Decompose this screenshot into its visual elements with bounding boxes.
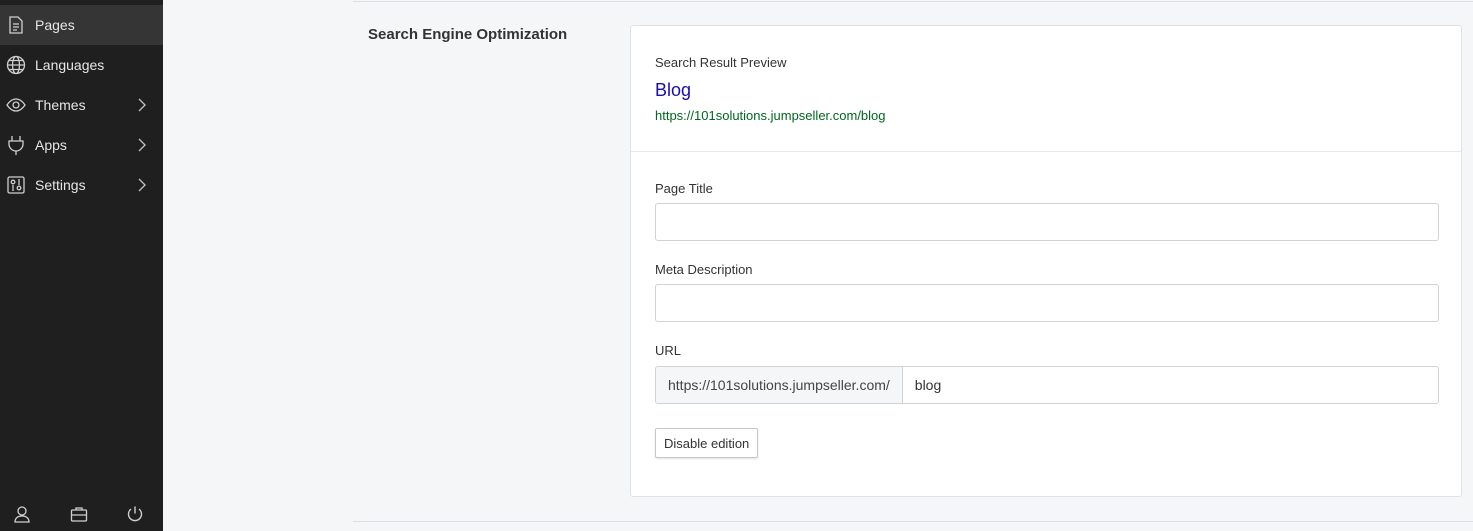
plug-icon [6, 135, 26, 155]
power-icon[interactable] [126, 505, 144, 523]
sidebar-item-label: Themes [35, 97, 86, 113]
sidebar-item-apps[interactable]: Apps [0, 125, 163, 165]
section-divider [353, 1, 1473, 2]
briefcase-icon[interactable] [70, 505, 88, 523]
seo-card: Search Result Preview Blog https://101so… [630, 25, 1462, 497]
chevron-right-icon [138, 178, 146, 192]
sidebar-item-themes[interactable]: Themes [0, 85, 163, 125]
settings-panel-icon [6, 175, 26, 195]
sidebar-item-pages[interactable]: Pages [0, 5, 163, 45]
eye-icon [6, 95, 26, 115]
chevron-right-icon [138, 98, 146, 112]
globe-icon [6, 55, 26, 75]
card-divider [631, 151, 1461, 152]
main-content: Search Engine Optimization Search Result… [163, 0, 1473, 531]
url-prefix: https://101solutions.jumpseller.com/ [656, 367, 903, 403]
meta-description-label: Meta Description [655, 262, 753, 277]
sidebar-item-languages[interactable]: Languages [0, 45, 163, 85]
section-title: Search Engine Optimization [368, 26, 568, 43]
sidebar-item-label: Apps [35, 137, 67, 153]
url-input-group: https://101solutions.jumpseller.com/ [655, 366, 1439, 404]
url-slug-input[interactable] [902, 367, 1438, 403]
page-title-input[interactable] [655, 203, 1439, 241]
chevron-right-icon [138, 138, 146, 152]
sidebar-item-label: Languages [35, 57, 105, 73]
search-preview-url: https://101solutions.jumpseller.com/blog [655, 108, 886, 123]
sidebar-item-label: Pages [35, 17, 75, 33]
search-preview-title: Blog [655, 80, 692, 100]
disable-edition-button[interactable]: Disable edition [655, 428, 759, 458]
sidebar: Pages Languages Themes Apps Settings [0, 0, 163, 531]
document-icon [6, 15, 26, 35]
search-preview-label: Search Result Preview [655, 55, 787, 70]
user-icon[interactable] [13, 505, 31, 523]
page-title-label: Page Title [655, 181, 713, 196]
url-label: URL [655, 343, 682, 358]
sidebar-item-settings[interactable]: Settings [0, 165, 163, 205]
sidebar-bottom-bar [0, 497, 163, 531]
section-divider-bottom [353, 521, 1473, 522]
sidebar-item-label: Settings [35, 177, 86, 193]
meta-description-input[interactable] [655, 284, 1439, 322]
